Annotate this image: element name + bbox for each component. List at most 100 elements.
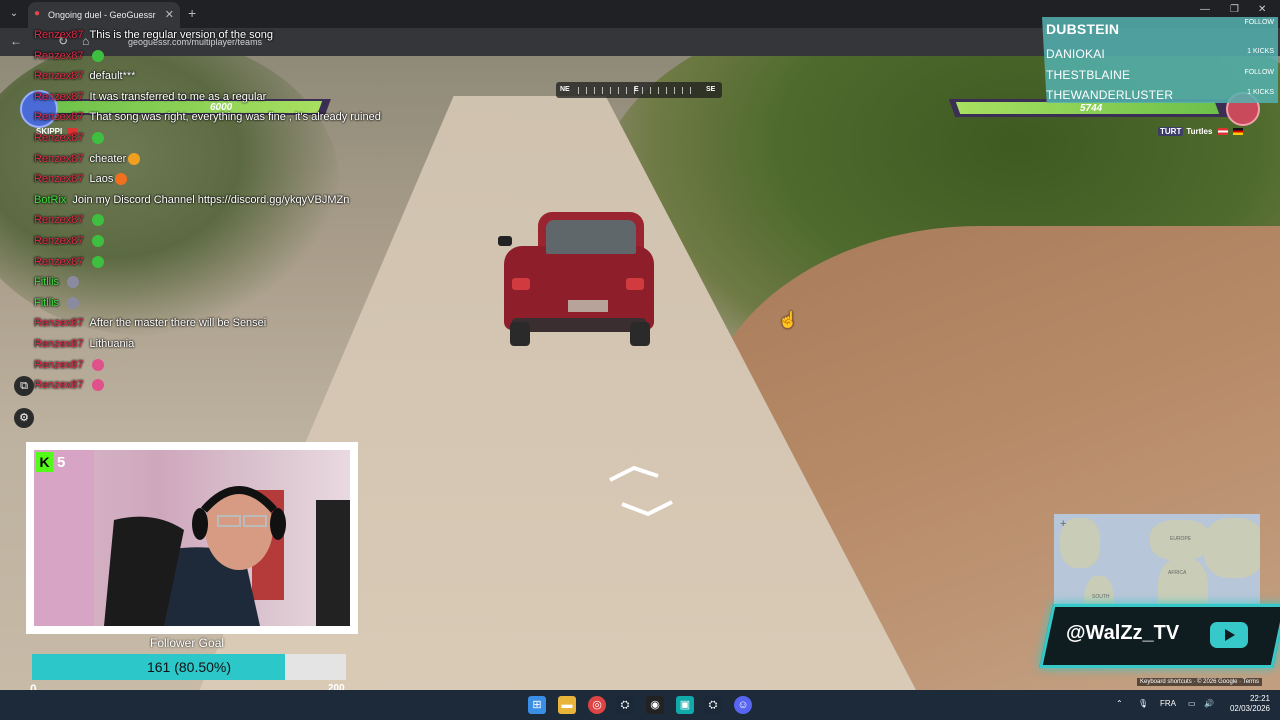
settings-icon[interactable]: ⚙	[14, 408, 34, 428]
chat-message: Renzex87 Lithuania	[34, 338, 134, 350]
chat-username[interactable]: Renzex87	[34, 379, 84, 391]
chat-text: default***	[89, 70, 136, 82]
chat-username[interactable]: BotRix	[34, 194, 66, 206]
follower-goal-progress: 161 (80.50%)	[146, 659, 232, 675]
chat-message: Renzex87 That song was right, everything …	[34, 111, 381, 123]
follower-name: THESTBLAINE	[1046, 68, 1131, 82]
right-team-name: TURT Turtles	[1158, 127, 1243, 136]
chat-text: After the master there will be Sensei	[89, 317, 267, 329]
emote-icon	[91, 359, 104, 372]
chat-message: Renzex87 Laos	[34, 173, 128, 186]
chat-username[interactable]: Renzex87	[34, 173, 84, 185]
network-icon[interactable]: ▭	[1188, 699, 1196, 708]
chat-username[interactable]: Renzex87	[34, 214, 84, 226]
follower-name: THEWANDERLUSTER	[1046, 88, 1174, 102]
volume-icon[interactable]: 🔊	[1204, 699, 1214, 708]
chat-message: Renzex87 After the master there will be S…	[34, 317, 266, 329]
chat-username[interactable]: Fitllis	[34, 297, 59, 309]
chat-username[interactable]: Renzex87	[34, 359, 84, 371]
chat-username[interactable]: Renzex87	[34, 50, 84, 62]
steam-icon[interactable]: ⛭	[616, 696, 634, 714]
tab-close-icon[interactable]: ✕	[165, 8, 174, 21]
maximize-button[interactable]: ❐	[1230, 4, 1239, 15]
obs-icon[interactable]: ◉	[646, 696, 664, 714]
chat-text: cheater	[89, 153, 127, 165]
follower-name: DANIOKAI	[1046, 47, 1105, 61]
car-rear-window	[546, 220, 636, 254]
emote-icon	[128, 153, 141, 166]
chat-text: It was transferred to me as a regular	[89, 91, 267, 103]
follower-name: DUBSTEIN	[1046, 21, 1120, 37]
chat-username[interactable]: Fitllis	[34, 276, 59, 288]
back-icon[interactable]: ←	[10, 34, 22, 48]
emote-icon	[91, 235, 104, 248]
windows-start-icon[interactable]: ⊞	[528, 696, 546, 714]
follower-meta: 1 KICKS	[1247, 48, 1274, 55]
chat-username[interactable]: Renzex87	[34, 111, 84, 123]
move-forward-arrow[interactable]	[606, 462, 662, 484]
tray-chevron-icon[interactable]: ⌃	[1116, 699, 1123, 708]
chat-message: Fitllis	[34, 297, 80, 310]
chat-username[interactable]: Renzex87	[34, 256, 84, 268]
flag-icon	[1232, 128, 1243, 136]
chat-message: Renzex87	[34, 235, 104, 248]
chat-username[interactable]: Renzex87	[34, 317, 84, 329]
share-icon[interactable]: ⧉	[14, 376, 34, 396]
chat-text: Laos	[89, 173, 114, 185]
chat-message: Renzex87 It was transferred to me as a re…	[34, 91, 266, 103]
steam-icon[interactable]: ⛭	[704, 696, 722, 714]
chat-message: Fitllis	[34, 276, 80, 289]
minimize-button[interactable]: —	[1200, 4, 1210, 15]
kick-logo-icon: K	[36, 452, 53, 472]
tab-search-button[interactable]: ⌄	[6, 6, 22, 22]
window-close-button[interactable]: ✕	[1258, 4, 1266, 15]
chat-username[interactable]: Renzex87	[34, 235, 84, 247]
tab-geoguessr[interactable]: ● Ongoing duel - GeoGuessr ✕	[28, 2, 180, 28]
emote-icon	[67, 276, 80, 289]
follower-goal-title: Follower Goal	[150, 636, 225, 650]
chat-username[interactable]: Renzex87	[34, 91, 84, 103]
microphone-icon[interactable]: 🎙	[1138, 699, 1148, 708]
file-explorer-icon[interactable]: ▬	[558, 696, 576, 714]
chat-username[interactable]: Renzex87	[34, 29, 84, 41]
chrome-icon[interactable]: ◎	[588, 696, 606, 714]
chat-username[interactable]: Renzex87	[34, 70, 84, 82]
chat-username[interactable]: Renzex87	[34, 132, 84, 144]
follower-meta: FOLLOW	[1244, 69, 1274, 76]
car-plate	[568, 300, 608, 312]
emote-icon	[115, 173, 128, 186]
app-icon[interactable]: ▣	[676, 696, 694, 714]
youtube-handle: @WalZz_TV	[1066, 622, 1180, 644]
chat-message: Renzex87	[34, 132, 104, 145]
map-label: SOUTH	[1092, 594, 1110, 600]
follower-goal-bar: 161 (80.50%)	[32, 654, 346, 680]
emote-icon	[91, 379, 104, 392]
taskbar-clock[interactable]: 22:21 02/03/2026	[1226, 694, 1270, 714]
discord-icon[interactable]: ☺	[734, 696, 752, 714]
tab-title: Ongoing duel - GeoGuessr	[48, 10, 156, 20]
chat-username[interactable]: Renzex87	[34, 153, 84, 165]
emote-icon	[91, 214, 104, 227]
compass-label: E	[634, 86, 639, 93]
chat-username[interactable]: Renzex87	[34, 338, 84, 350]
move-backward-arrow[interactable]	[620, 498, 676, 520]
language-indicator[interactable]: FRA	[1160, 699, 1176, 708]
emote-icon	[91, 132, 104, 145]
map-label: EUROPE	[1170, 536, 1192, 542]
compass-label: SE	[706, 86, 716, 93]
compass: NE E SE	[556, 82, 722, 98]
new-tab-button[interactable]: +	[188, 5, 196, 21]
emote-icon	[67, 297, 80, 310]
chat-text: Lithuania	[89, 338, 135, 350]
chat-message: Renzex87	[34, 359, 104, 372]
emote-icon	[91, 256, 104, 269]
geoguessr-favicon-icon: ●	[34, 8, 41, 19]
chat-message: Renzex87	[34, 379, 104, 392]
red-car	[498, 208, 658, 354]
follower-meta: 1 KICKS	[1247, 89, 1274, 96]
windows-taskbar	[0, 690, 1280, 720]
map-zoom-in-button[interactable]: +	[1060, 518, 1066, 530]
emote-icon	[91, 50, 104, 63]
chat-message: Renzex87	[34, 214, 104, 227]
webcam-feed	[34, 450, 350, 626]
